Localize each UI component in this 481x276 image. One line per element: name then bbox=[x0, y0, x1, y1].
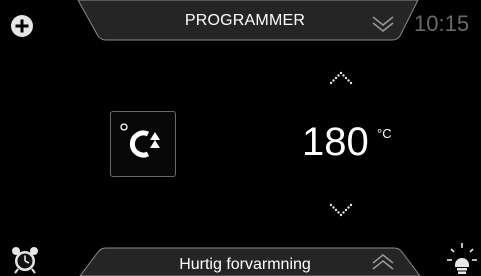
plus-icon[interactable] bbox=[10, 14, 36, 40]
chevron-down-icon[interactable] bbox=[368, 11, 398, 37]
fast-preheat-icon bbox=[120, 123, 160, 158]
temp-up-icon[interactable] bbox=[324, 69, 358, 89]
oven-light-icon[interactable] bbox=[444, 241, 480, 275]
page-title: PROGRAMMER bbox=[184, 12, 306, 29]
alarm-clock-icon[interactable] bbox=[10, 241, 42, 275]
temperature-value[interactable]: 180 bbox=[302, 122, 369, 162]
chevron-up-icon[interactable] bbox=[368, 249, 398, 275]
program-name: Hurtig forvarmning bbox=[179, 256, 311, 273]
temperature-unit: °C bbox=[377, 126, 392, 141]
clock: 10:15 bbox=[414, 11, 470, 36]
temp-down-icon[interactable] bbox=[324, 200, 358, 220]
